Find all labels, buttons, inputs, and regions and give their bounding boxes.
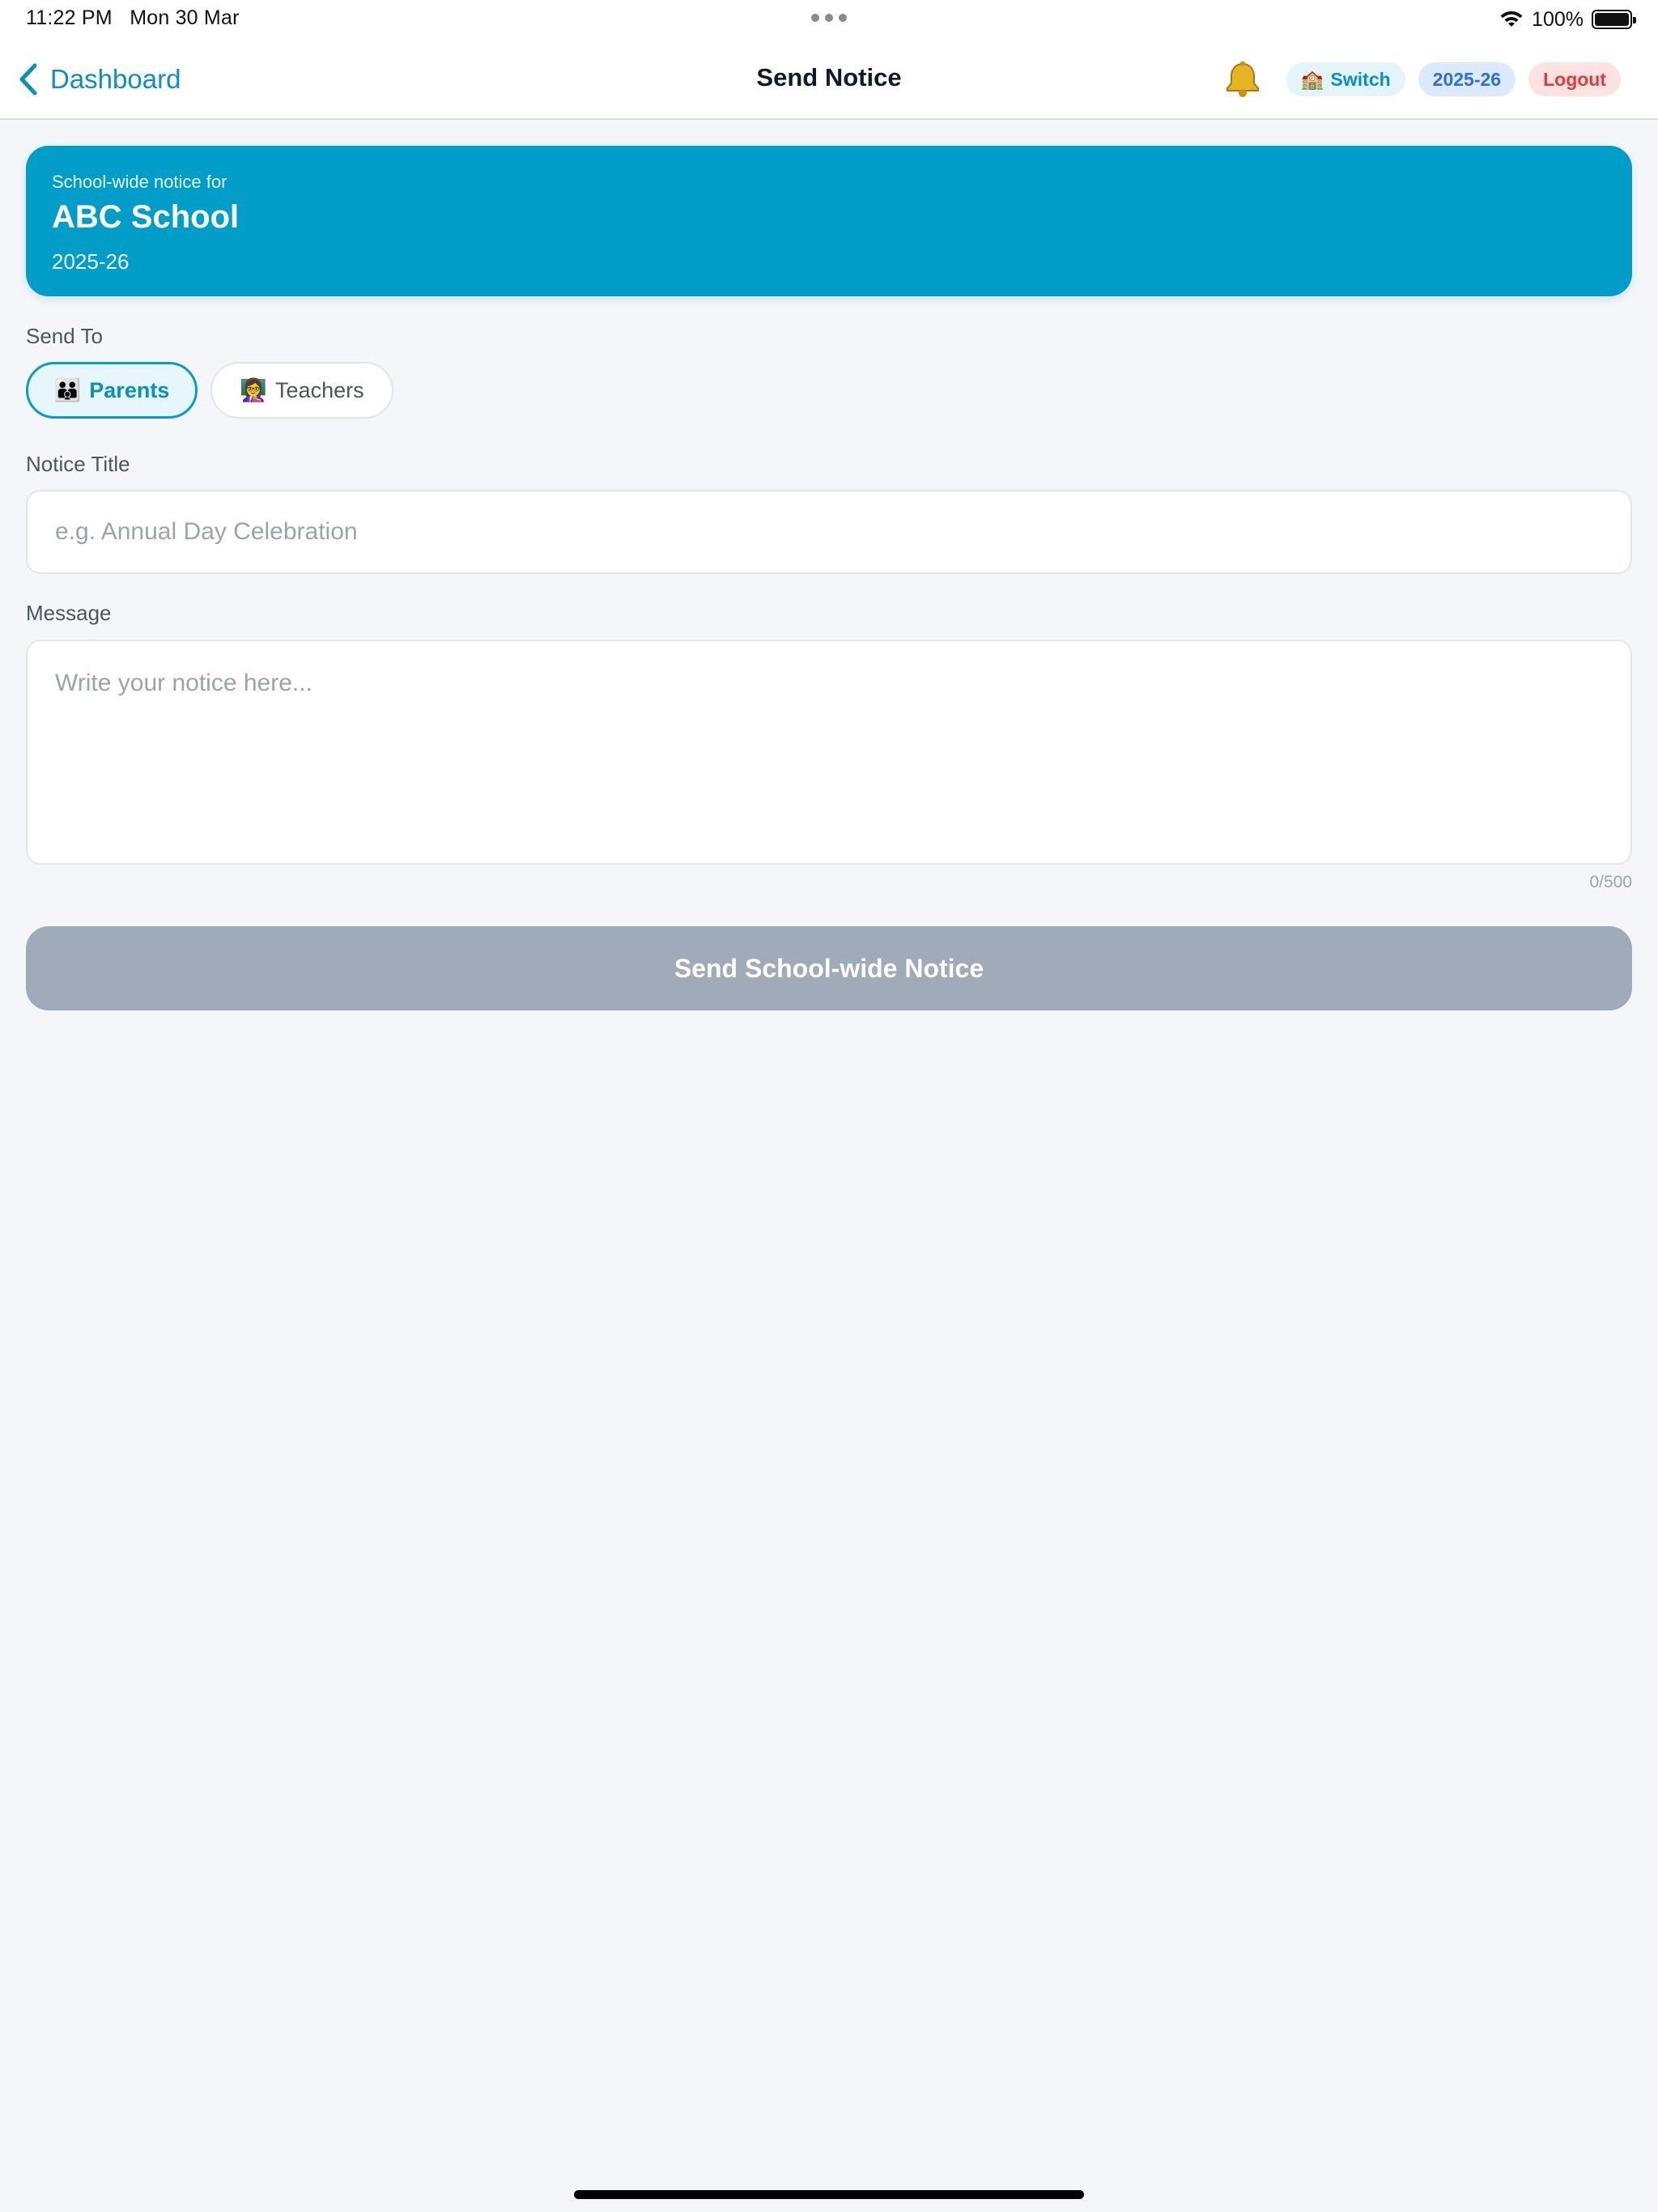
battery-percent: 100% (1532, 7, 1584, 31)
school-banner: School-wide notice for ABC School 2025-2… (26, 146, 1632, 296)
recipient-teachers-chip[interactable]: 👩‍🏫 Teachers (210, 362, 393, 419)
send-notice-button[interactable]: Send School-wide Notice (26, 926, 1632, 1010)
recipient-parents-chip[interactable]: 👪 Parents (26, 362, 198, 419)
switch-school-button[interactable]: 🏫 Switch (1286, 62, 1405, 96)
school-name: ABC School (52, 199, 240, 235)
switch-label: Switch (1330, 68, 1391, 90)
school-icon: 🏫 (1300, 68, 1324, 90)
teacher-icon: 👩‍🏫 (240, 378, 268, 402)
notifications-button[interactable] (1222, 61, 1264, 98)
banner-year: 2025-26 (52, 249, 130, 274)
bell-icon (1226, 62, 1259, 97)
message-textarea[interactable] (26, 640, 1632, 865)
recipient-label: Parents (89, 377, 170, 402)
send-to-label: Send To (26, 324, 103, 348)
nav-actions: 🏫 Switch 2025-26 Logout (1222, 61, 1621, 98)
home-indicator[interactable] (574, 2190, 1084, 2199)
status-bar: 11:22 PM Mon 30 Mar 100% (0, 0, 1658, 39)
recipient-label: Teachers (275, 377, 364, 402)
status-date: Mon 30 Mar (130, 6, 240, 29)
multitasking-dots-icon[interactable] (811, 14, 847, 23)
wifi-icon (1500, 11, 1523, 27)
character-counter: 0/500 (1589, 873, 1632, 891)
status-indicators: 100% (1499, 6, 1636, 32)
academic-year-button[interactable]: 2025-26 (1418, 62, 1516, 96)
notice-title-input[interactable] (26, 490, 1632, 574)
banner-subtitle: School-wide notice for (52, 172, 227, 192)
notice-title-label: Notice Title (26, 452, 130, 476)
status-time: 11:22 PM Mon 30 Mar (26, 6, 240, 30)
message-label: Message (26, 601, 112, 625)
status-clock: 11:22 PM (26, 6, 113, 29)
family-icon: 👪 (53, 378, 82, 402)
battery-icon (1592, 10, 1636, 29)
logout-button[interactable]: Logout (1528, 62, 1621, 96)
navigation-bar: Dashboard Send Notice 🏫 Switch 2025-26 L… (0, 39, 1658, 120)
